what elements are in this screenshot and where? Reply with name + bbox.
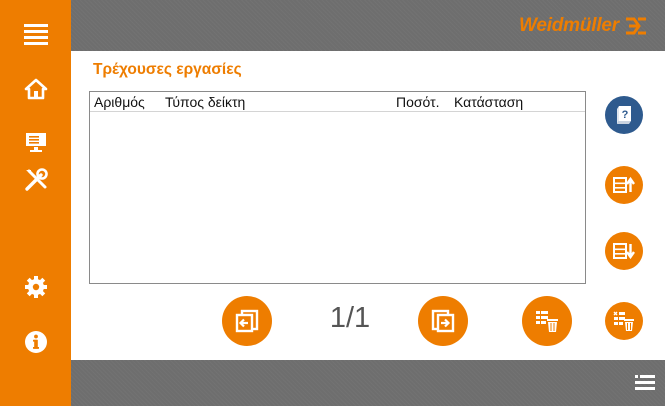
tools-icon[interactable] — [14, 160, 58, 200]
monitor-icon[interactable] — [14, 122, 58, 162]
bottom-bar — [71, 360, 665, 406]
job-list-icon[interactable] — [635, 374, 655, 397]
sidebar — [0, 0, 71, 406]
help-button[interactable]: ? — [605, 96, 643, 134]
column-header-number[interactable]: Αριθμός — [94, 94, 145, 110]
move-job-up-icon — [613, 176, 635, 193]
info-icon[interactable] — [14, 322, 58, 362]
column-header-quantity[interactable]: Ποσότ. — [396, 94, 440, 110]
column-header-marker-type[interactable]: Τύπος δείκτη — [165, 94, 245, 110]
page-title: Τρέχουσες εργασίες — [93, 61, 242, 78]
help-book-icon: ? — [617, 106, 631, 124]
brand-logo: Weidmüller — [519, 13, 647, 39]
next-page-button[interactable] — [418, 296, 468, 346]
move-job-up-button[interactable] — [605, 166, 643, 204]
brand-name: Weidmüller — [518, 15, 619, 36]
top-bar: Weidmüller — [71, 0, 665, 51]
job-table[interactable]: Αριθμός Τύπος δείκτη Ποσότ. Κατάσταση — [89, 91, 586, 284]
page-indicator: 1/1 — [329, 302, 371, 334]
previous-page-icon — [235, 309, 259, 333]
home-icon[interactable] — [14, 69, 58, 109]
delete-all-button[interactable] — [522, 296, 572, 346]
table-header: Αριθμός Τύπος δείκτη Ποσότ. Κατάσταση — [90, 92, 585, 112]
next-page-icon — [431, 309, 455, 333]
svg-text:?: ? — [622, 109, 629, 121]
previous-page-button[interactable] — [222, 296, 272, 346]
delete-selected-button[interactable] — [605, 302, 643, 340]
weidmueller-logo-icon — [626, 17, 646, 35]
hamburger-menu-icon[interactable] — [14, 14, 58, 54]
move-job-down-button[interactable] — [605, 232, 643, 270]
move-job-down-icon — [613, 243, 635, 260]
column-header-status[interactable]: Κατάσταση — [454, 94, 523, 110]
delete-all-icon — [536, 311, 558, 332]
gear-icon[interactable] — [14, 267, 58, 307]
delete-selected-icon — [613, 311, 634, 331]
